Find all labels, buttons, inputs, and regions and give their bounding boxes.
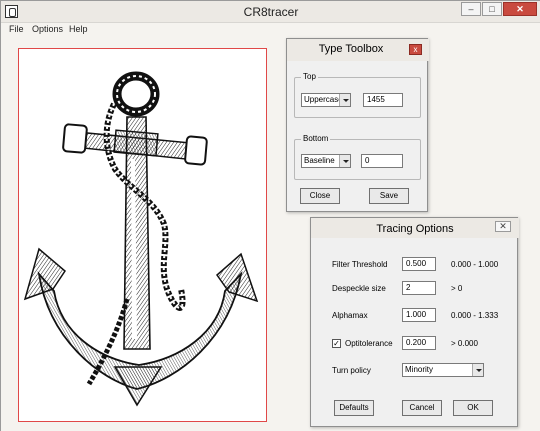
tracing-options-titlebar[interactable]: Tracing Options ✕ — [311, 218, 519, 238]
bottom-type-value: Baseline — [304, 156, 335, 165]
optitolerance-range: > 0.000 — [451, 339, 478, 348]
close-button[interactable]: Close — [300, 188, 340, 204]
type-toolbox-titlebar[interactable]: Type Toolbox x — [287, 39, 429, 61]
optitolerance-label: Optitolerance — [345, 339, 393, 348]
filter-threshold-input[interactable]: 0.500 — [402, 257, 436, 271]
type-toolbox-title: Type Toolbox — [318, 43, 384, 55]
cancel-button[interactable]: Cancel — [402, 400, 442, 416]
top-group-label: Top — [301, 72, 318, 81]
bottom-group-label: Bottom — [301, 134, 331, 143]
bottom-value-input[interactable]: 0 — [361, 154, 403, 168]
top-type-value: Uppercase — [304, 95, 343, 104]
tracing-options-close-icon[interactable]: ✕ — [495, 221, 511, 232]
image-panel[interactable] — [18, 48, 267, 422]
alphamax-input[interactable]: 1.000 — [402, 308, 436, 322]
optitolerance-input[interactable]: 0.200 — [402, 336, 436, 350]
menu-bar: File Options Help — [1, 23, 540, 37]
despeckle-range: > 0 — [451, 284, 463, 293]
bottom-group: Bottom Baseline 0 — [294, 134, 421, 180]
minimize-button[interactable]: – — [461, 2, 481, 16]
chevron-down-icon — [339, 94, 350, 106]
type-toolbox-close-icon[interactable]: x — [409, 44, 422, 55]
tracing-options-dialog: Tracing Options ✕ Filter Threshold 0.500… — [310, 217, 519, 427]
optitolerance-checkbox[interactable]: ✓ — [332, 339, 341, 348]
chevron-down-icon — [339, 155, 350, 167]
chevron-down-icon — [472, 364, 483, 376]
menu-help[interactable]: Help — [69, 24, 88, 34]
top-group: Top Uppercase 1455 — [294, 72, 421, 118]
menu-options[interactable]: Options — [32, 24, 63, 34]
menu-file[interactable]: File — [9, 24, 24, 34]
type-toolbox-dialog: Type Toolbox x Top Uppercase 1455 Bottom… — [286, 38, 429, 212]
despeckle-input[interactable]: 2 — [402, 281, 436, 295]
close-button[interactable]: ✕ — [503, 2, 537, 16]
maximize-button[interactable]: □ — [482, 2, 502, 16]
window-controls: – □ ✕ — [460, 2, 537, 16]
save-button[interactable]: Save — [369, 188, 409, 204]
turn-policy-select[interactable]: Minority — [402, 363, 484, 377]
turn-policy-label: Turn policy — [332, 366, 371, 375]
filter-threshold-label: Filter Threshold — [332, 260, 388, 269]
top-type-select[interactable]: Uppercase — [301, 93, 351, 107]
alphamax-label: Alphamax — [332, 311, 368, 320]
tracing-options-title: Tracing Options — [376, 223, 454, 235]
turn-policy-value: Minority — [405, 365, 434, 374]
anchor-image — [23, 71, 259, 407]
defaults-button[interactable]: Defaults — [334, 400, 374, 416]
despeckle-label: Despeckle size — [332, 284, 386, 293]
alphamax-range: 0.000 - 1.333 — [451, 311, 499, 320]
bottom-type-select[interactable]: Baseline — [301, 154, 351, 168]
filter-threshold-range: 0.000 - 1.000 — [451, 260, 499, 269]
title-bar[interactable]: CR8tracer – □ ✕ — [1, 1, 540, 23]
ok-button[interactable]: OK — [453, 400, 493, 416]
top-value-input[interactable]: 1455 — [363, 93, 403, 107]
